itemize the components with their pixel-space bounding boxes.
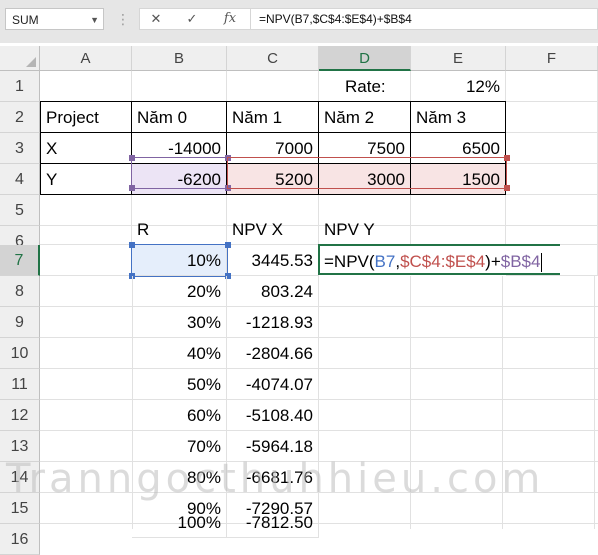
cell-c4[interactable]: 5200 <box>227 164 319 195</box>
cell-c3[interactable]: 7000 <box>227 133 319 164</box>
name-box[interactable]: SUM ▼ <box>5 8 104 30</box>
cell-a3[interactable]: X <box>40 133 132 164</box>
cell-c10[interactable]: -2804.66 <box>227 338 319 369</box>
column-header-f[interactable]: F <box>506 46 598 71</box>
column-header-a[interactable]: A <box>40 46 132 71</box>
row-header-11[interactable]: 11 <box>0 369 40 400</box>
enter-icon[interactable]: ✓ <box>180 9 204 29</box>
row-header-8[interactable]: 8 <box>0 276 40 307</box>
row-header-10[interactable]: 10 <box>0 338 40 369</box>
cell-d2[interactable]: Năm 2 <box>319 101 411 133</box>
text-cursor <box>541 253 543 273</box>
cell-f4[interactable] <box>506 164 598 195</box>
column-header-e[interactable]: E <box>411 46 506 71</box>
formula-ref-b7: B7 <box>374 252 396 271</box>
cell-c2[interactable]: Năm 1 <box>227 101 319 133</box>
cell-b11[interactable]: 50% <box>132 369 227 400</box>
row-header-3[interactable]: 3 <box>0 133 40 164</box>
cell-c16[interactable]: -7812.50 <box>227 507 319 538</box>
cell-a7[interactable] <box>40 245 132 276</box>
watermark: Tranngocthuhhieu.com <box>6 456 545 502</box>
cell-d1[interactable]: Rate: <box>319 71 411 102</box>
cell-b3[interactable]: -14000 <box>132 133 227 164</box>
cell-c1[interactable] <box>227 71 319 102</box>
formula-bar: SUM ▼ ⋮ ✕ ✓ fx =NPV(B7,$C$4:$E$4)+$B$4 <box>0 0 598 44</box>
cell-a4[interactable]: Y <box>40 164 132 195</box>
cell-f2[interactable] <box>506 102 598 133</box>
cell-e2[interactable]: Năm 3 <box>411 101 506 133</box>
name-box-value: SUM <box>12 13 39 27</box>
row-header-12[interactable]: 12 <box>0 400 40 431</box>
cell-b10[interactable]: 40% <box>132 338 227 369</box>
cell-b8[interactable]: 20% <box>132 276 227 307</box>
reference-handle[interactable] <box>129 155 135 161</box>
cell-b12[interactable]: 60% <box>132 400 227 431</box>
cell-a1[interactable] <box>40 71 132 102</box>
cell-c8[interactable]: 803.24 <box>227 276 319 307</box>
cell-b6[interactable]: R <box>132 214 227 245</box>
cell-e1[interactable]: 12% <box>411 71 506 102</box>
cell-b9[interactable]: 30% <box>132 307 227 338</box>
row-header-2[interactable]: 2 <box>0 102 40 133</box>
cell-b16[interactable]: 100% <box>132 507 227 538</box>
cancel-icon[interactable]: ✕ <box>144 9 168 29</box>
column-header-d[interactable]: D <box>319 46 411 71</box>
cell-e4[interactable]: 1500 <box>411 164 506 195</box>
reference-handle[interactable] <box>225 242 231 248</box>
cell-b1[interactable] <box>132 71 227 102</box>
formula-input[interactable]: =NPV(B7,$C$4:$E$4)+$B$4 <box>251 8 598 30</box>
reference-handle[interactable] <box>225 185 231 191</box>
row-header-4[interactable]: 4 <box>0 164 40 195</box>
column-header-b[interactable]: B <box>132 46 227 71</box>
cell-f1[interactable] <box>506 71 598 102</box>
cell-c12[interactable]: -5108.40 <box>227 400 319 431</box>
cell-b2[interactable]: Năm 0 <box>132 101 227 133</box>
insert-function-icon[interactable]: fx <box>218 9 242 29</box>
cell-d3[interactable]: 7500 <box>319 133 411 164</box>
select-all-icon <box>26 57 36 67</box>
formula-ref-b4: $B$4 <box>500 252 541 271</box>
row-header-7[interactable]: 7 <box>0 245 40 276</box>
reference-handle[interactable] <box>504 185 510 191</box>
formula-bar-grip-icon[interactable]: ⋮ <box>116 9 130 29</box>
cell-e3[interactable]: 6500 <box>411 133 506 164</box>
cell-a2[interactable]: Project <box>40 101 132 133</box>
cell-d6[interactable]: NPV Y <box>319 214 411 245</box>
cell-c7[interactable]: 3445.53 <box>227 245 319 276</box>
select-all-corner[interactable] <box>0 46 40 71</box>
reference-handle[interactable] <box>129 242 135 248</box>
formula-part-func: =NPV( <box>324 252 375 271</box>
row-header-1[interactable]: 1 <box>0 71 40 102</box>
cell-b7[interactable]: 10% <box>132 245 227 276</box>
reference-handle[interactable] <box>129 185 135 191</box>
cell-c9[interactable]: -1218.93 <box>227 307 319 338</box>
name-box-dropdown-icon[interactable]: ▼ <box>90 9 99 31</box>
cell-b4[interactable]: -6200 <box>132 164 227 195</box>
active-cell-editor[interactable]: =NPV(B7,$C$4:$E$4)+$B$4 <box>318 244 560 275</box>
cell-a6[interactable] <box>40 214 132 245</box>
cell-c6[interactable]: NPV X <box>227 214 319 245</box>
row-header-5[interactable]: 5 <box>0 195 40 226</box>
column-header-c[interactable]: C <box>227 46 319 71</box>
formula-part-plus: )+ <box>485 252 501 271</box>
cell-e6[interactable] <box>411 214 506 245</box>
cell-d4[interactable]: 3000 <box>319 164 411 195</box>
cell-f6[interactable] <box>506 214 598 245</box>
reference-handle[interactable] <box>504 155 510 161</box>
cell-c11[interactable]: -4074.07 <box>227 369 319 400</box>
formula-ref-c4-e4: $C$4:$E$4 <box>400 252 486 271</box>
row-header-9[interactable]: 9 <box>0 307 40 338</box>
formula-buttons: ✕ ✓ fx <box>139 8 251 30</box>
cell-f3[interactable] <box>506 133 598 164</box>
reference-handle[interactable] <box>225 155 231 161</box>
